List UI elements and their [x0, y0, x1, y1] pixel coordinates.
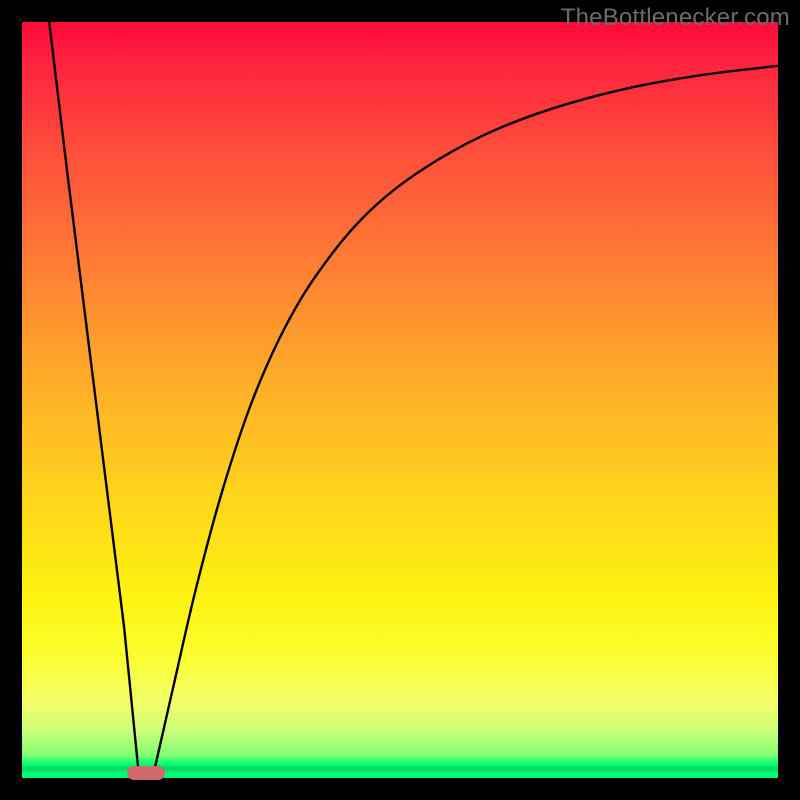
- plot-area: [22, 22, 778, 778]
- watermark-text: TheBottlenecker.com: [561, 4, 790, 32]
- chart-frame: TheBottlenecker.com: [0, 0, 800, 800]
- bottleneck-marker: [127, 766, 165, 780]
- curve-left-branch: [49, 22, 138, 770]
- curve-right-branch: [154, 66, 778, 771]
- curve-svg: [22, 22, 778, 778]
